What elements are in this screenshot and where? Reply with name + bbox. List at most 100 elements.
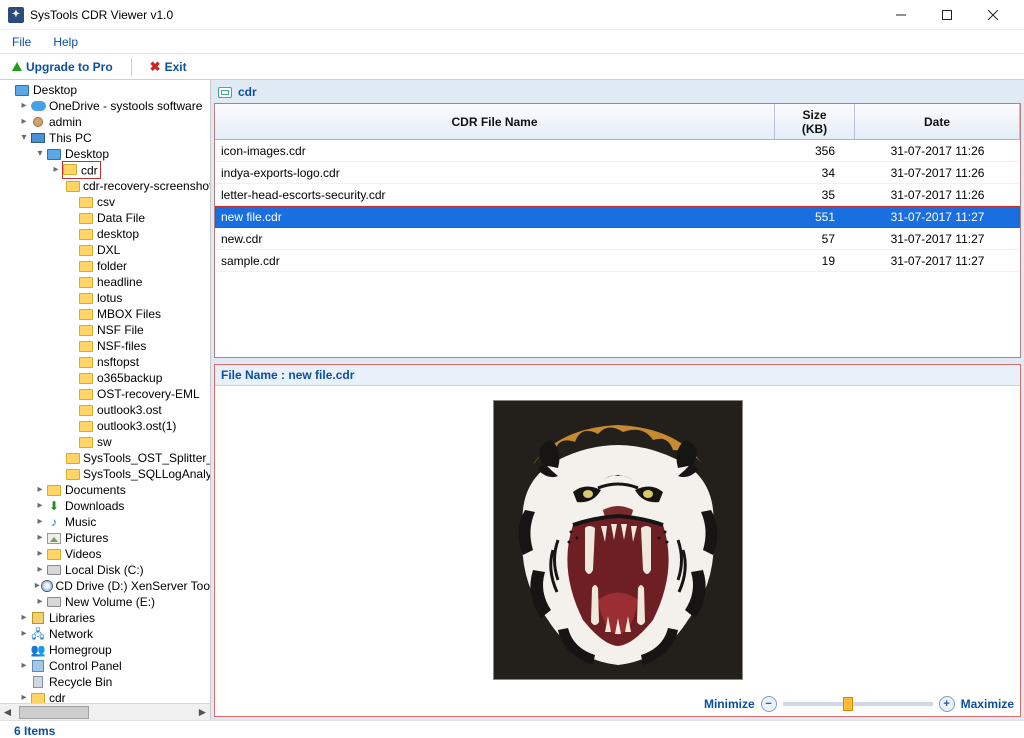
- folder-icon: [78, 322, 94, 338]
- tree-node[interactable]: ▸⬇Downloads: [0, 498, 210, 514]
- file-date-cell: 31-07-2017 11:27: [855, 210, 1020, 224]
- upgrade-button[interactable]: Upgrade to Pro: [6, 58, 119, 76]
- tree-node[interactable]: ▸Libraries: [0, 610, 210, 626]
- close-button[interactable]: [970, 0, 1016, 30]
- file-row[interactable]: sample.cdr1931-07-2017 11:27: [215, 250, 1020, 272]
- column-header-name[interactable]: CDR File Name: [215, 104, 775, 139]
- tree-horizontal-scrollbar[interactable]: ◄ ►: [0, 703, 210, 720]
- exit-button[interactable]: ✖ Exit: [144, 57, 193, 77]
- tree-node[interactable]: Recycle Bin: [0, 674, 210, 690]
- tree-node[interactable]: folder: [0, 258, 210, 274]
- tree-node[interactable]: outlook3.ost: [0, 402, 210, 418]
- chevron-right-icon[interactable]: ▸: [34, 514, 46, 530]
- tree-node[interactable]: ▸admin: [0, 114, 210, 130]
- tree-node[interactable]: ▸cdr: [0, 162, 210, 178]
- folder-icon: [78, 274, 94, 290]
- file-row[interactable]: new file.cdr55131-07-2017 11:27: [215, 206, 1020, 228]
- zoom-slider-handle[interactable]: [843, 697, 853, 711]
- file-row[interactable]: indya-exports-logo.cdr3431-07-2017 11:26: [215, 162, 1020, 184]
- tree-node[interactable]: ▸Local Disk (C:): [0, 562, 210, 578]
- tree-node[interactable]: outlook3.ost(1): [0, 418, 210, 434]
- chevron-right-icon[interactable]: ▸: [18, 98, 30, 114]
- tree-node[interactable]: cdr-recovery-screenshot: [0, 178, 210, 194]
- tree-node[interactable]: SysTools_OST_Splitter_2: [0, 450, 210, 466]
- tree-node[interactable]: nsftopst: [0, 354, 210, 370]
- tree-node[interactable]: ▸Documents: [0, 482, 210, 498]
- control-panel-icon: [30, 658, 46, 674]
- chevron-down-icon[interactable]: ▾: [18, 130, 30, 146]
- chevron-right-icon[interactable]: ▸: [18, 658, 30, 674]
- tree-node[interactable]: DXL: [0, 242, 210, 258]
- tree-node[interactable]: csv: [0, 194, 210, 210]
- file-size-cell: 35: [775, 188, 855, 202]
- chevron-right-icon[interactable]: ▸: [18, 610, 30, 626]
- preview-label: File Name :: [221, 368, 288, 382]
- folder-icon: [62, 161, 78, 177]
- tree-node[interactable]: headline: [0, 274, 210, 290]
- file-name-cell: sample.cdr: [215, 254, 775, 268]
- menu-help[interactable]: Help: [49, 33, 82, 51]
- videos-icon: [46, 546, 62, 562]
- chevron-right-icon[interactable]: ▸: [34, 498, 46, 514]
- tree-node-label: lotus: [97, 290, 122, 306]
- tree-node[interactable]: MBOX Files: [0, 306, 210, 322]
- preview-filename: new file.cdr: [288, 368, 354, 382]
- chevron-right-icon[interactable]: ▸: [18, 626, 30, 642]
- chevron-right-icon[interactable]: ▸: [34, 562, 46, 578]
- tree-node[interactable]: ▸New Volume (E:): [0, 594, 210, 610]
- main-area: Desktop▸OneDrive - systools software▸adm…: [0, 80, 1024, 720]
- tree-node-label: OneDrive - systools software: [49, 98, 202, 114]
- tree-node[interactable]: NSF File: [0, 322, 210, 338]
- tree-node[interactable]: 👥Homegroup: [0, 642, 210, 658]
- minimize-button[interactable]: [878, 0, 924, 30]
- tree-node[interactable]: ▸Control Panel: [0, 658, 210, 674]
- tree-node[interactable]: ▸Pictures: [0, 530, 210, 546]
- tree-node[interactable]: OST-recovery-EML: [0, 386, 210, 402]
- tree-node[interactable]: NSF-files: [0, 338, 210, 354]
- maximize-button[interactable]: [924, 0, 970, 30]
- menu-file[interactable]: File: [8, 33, 35, 51]
- zoom-max-label: Maximize: [961, 697, 1014, 711]
- tree-node[interactable]: ▸ OneDrive - systools software: [0, 98, 210, 114]
- zoom-min-label: Minimize: [704, 697, 755, 711]
- column-header-date[interactable]: Date: [855, 104, 1020, 139]
- tree-node[interactable]: ▸CD Drive (D:) XenServer Too: [0, 578, 210, 594]
- folder-tree-pane[interactable]: Desktop▸OneDrive - systools software▸adm…: [0, 80, 211, 720]
- tree-node[interactable]: Desktop: [0, 82, 210, 98]
- tree-node-label: sw: [97, 434, 112, 450]
- chevron-right-icon[interactable]: ▸: [34, 530, 46, 546]
- chevron-right-icon[interactable]: ▸: [34, 546, 46, 562]
- column-header-size[interactable]: Size (KB): [775, 104, 855, 139]
- tree-node[interactable]: ▸Videos: [0, 546, 210, 562]
- zoom-slider-track[interactable]: [783, 702, 933, 706]
- tree-node[interactable]: ▸🖧Network: [0, 626, 210, 642]
- file-row[interactable]: icon-images.cdr35631-07-2017 11:26: [215, 140, 1020, 162]
- tree-node[interactable]: sw: [0, 434, 210, 450]
- file-row[interactable]: new.cdr5731-07-2017 11:27: [215, 228, 1020, 250]
- file-list-grid[interactable]: CDR File Name Size (KB) Date icon-images…: [214, 103, 1021, 358]
- file-row[interactable]: letter-head-escorts-security.cdr3531-07-…: [215, 184, 1020, 206]
- user-icon: [30, 114, 46, 130]
- tree-node[interactable]: desktop: [0, 226, 210, 242]
- tree-node-label: This PC: [49, 130, 92, 146]
- folder-icon: [78, 210, 94, 226]
- tree-node[interactable]: ▸♪Music: [0, 514, 210, 530]
- tree-node[interactable]: ▾Desktop: [0, 146, 210, 162]
- tree-node[interactable]: lotus: [0, 290, 210, 306]
- tree-node[interactable]: SysTools_SQLLogAnalyzer: [0, 466, 210, 482]
- tree-node[interactable]: o365backup: [0, 370, 210, 386]
- tree-node[interactable]: ▾ This PC: [0, 130, 210, 146]
- folder-icon: [66, 178, 80, 194]
- scroll-right-icon[interactable]: ►: [195, 705, 210, 719]
- tree-node-label: o365backup: [97, 370, 162, 386]
- chevron-down-icon[interactable]: ▾: [34, 146, 46, 162]
- scrollbar-thumb[interactable]: [19, 706, 89, 719]
- scroll-left-icon[interactable]: ◄: [0, 705, 15, 719]
- zoom-out-button[interactable]: −: [761, 696, 777, 712]
- chevron-right-icon[interactable]: ▸: [18, 114, 30, 130]
- zoom-in-button[interactable]: +: [939, 696, 955, 712]
- chevron-right-icon[interactable]: ▸: [34, 594, 46, 610]
- chevron-right-icon[interactable]: ▸: [50, 162, 62, 178]
- chevron-right-icon[interactable]: ▸: [34, 482, 46, 498]
- tree-node[interactable]: Data File: [0, 210, 210, 226]
